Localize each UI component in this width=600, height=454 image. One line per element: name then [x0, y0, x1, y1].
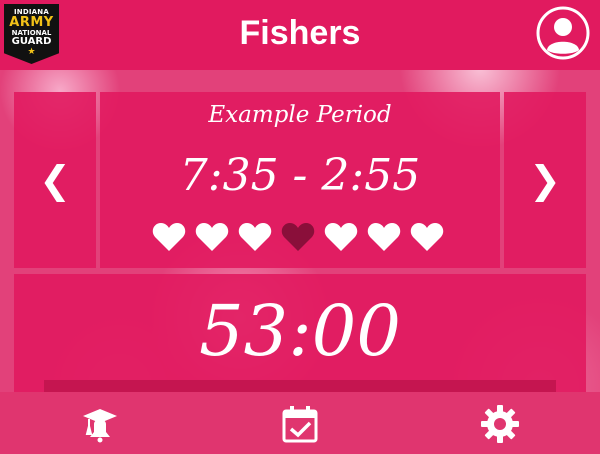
previous-period-button[interactable]: ❮	[14, 92, 96, 268]
next-period-button[interactable]: ❯	[504, 92, 586, 268]
countdown-panel: 53:00	[14, 274, 586, 394]
bottom-nav	[0, 392, 600, 454]
countdown-timer: 53:00	[199, 290, 401, 372]
period-name: Example Period	[208, 102, 392, 128]
user-avatar-icon[interactable]	[536, 6, 590, 60]
heart-icon	[238, 223, 272, 251]
period-panel: Example Period 7:35 - 2:55	[100, 92, 500, 268]
period-indicator-hearts	[152, 222, 444, 252]
page-title: Fishers	[239, 14, 361, 52]
period-time: 7:35 - 2:55	[179, 150, 421, 201]
top-bar: INDIANA ARMY NATIONAL GUARD ★ Fishers	[0, 0, 600, 70]
heart-icon	[410, 223, 444, 251]
heart-icon	[367, 223, 401, 251]
heart-icon	[324, 223, 358, 251]
gear-icon[interactable]	[480, 404, 520, 444]
heart-icon-active	[281, 223, 315, 251]
graduation-cap-bell-icon[interactable]	[80, 404, 120, 444]
calendar-check-icon[interactable]	[280, 404, 320, 444]
heart-icon	[195, 223, 229, 251]
heart-icon	[152, 223, 186, 251]
